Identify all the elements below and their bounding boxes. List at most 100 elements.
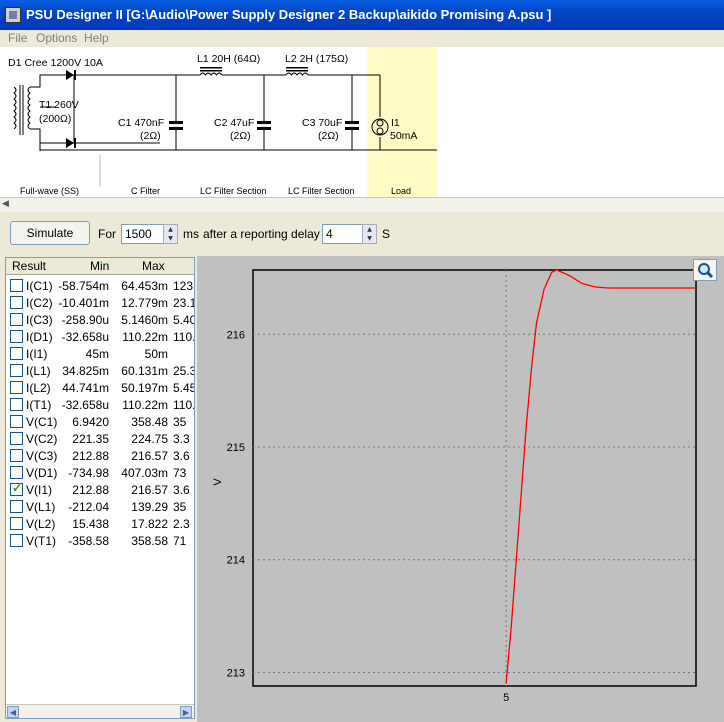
- result-name: I(C3): [26, 313, 53, 327]
- for-label: For: [98, 227, 116, 241]
- result-checkbox[interactable]: [10, 330, 23, 343]
- result-row[interactable]: I(D1) -32.658u 110.22m 110.: [6, 328, 194, 345]
- results-hscrollbar[interactable]: ◀ ▶: [6, 704, 194, 718]
- result-row[interactable]: V(T1) -358.58 358.58 71: [6, 532, 194, 549]
- zoom-button[interactable]: [693, 259, 717, 281]
- y-tick-label: 213: [227, 667, 245, 679]
- result-extra: 3.6: [173, 483, 190, 497]
- result-row[interactable]: I(L1) 34.825m 60.131m 25.3: [6, 362, 194, 379]
- scroll-right-icon[interactable]: ▶: [180, 706, 192, 718]
- result-min: 221.35: [72, 432, 109, 446]
- result-max: 50.197m: [121, 381, 168, 395]
- result-max: 60.131m: [121, 364, 168, 378]
- result-row[interactable]: I(C1) -58.754m 64.453m 123.: [6, 277, 195, 294]
- result-max: 12.779m: [121, 296, 168, 310]
- title-bar: PSU Designer II [G:\Audio\Power Supply D…: [0, 0, 724, 30]
- schematic-panel[interactable]: D1 Cree 1200V 10A T1 260V (200Ω) L1 20H …: [0, 47, 724, 197]
- l1-symbol: [199, 72, 223, 76]
- result-extra: 110.: [173, 398, 195, 412]
- result-checkbox[interactable]: [10, 347, 23, 360]
- result-name: V(C2): [26, 432, 58, 446]
- result-checkbox[interactable]: [10, 364, 23, 377]
- result-row[interactable]: V(L1) -212.04 139.29 35: [6, 498, 194, 515]
- result-row[interactable]: I(I1) 45m 50m: [6, 345, 194, 362]
- result-min: 34.825m: [62, 364, 109, 378]
- result-checkbox[interactable]: [10, 517, 23, 530]
- section-load: Load: [391, 186, 411, 196]
- header-result[interactable]: Result: [12, 259, 46, 273]
- result-extra: 123.: [173, 279, 195, 293]
- result-checkbox[interactable]: [10, 279, 23, 292]
- result-name: I(D1): [26, 330, 53, 344]
- result-checkbox[interactable]: [10, 500, 23, 513]
- l2-label: L2 2H (175Ω): [285, 53, 348, 65]
- result-row[interactable]: I(C3) -258.90u 5.1460m 5.40: [6, 311, 194, 328]
- result-extra: 71: [173, 534, 187, 548]
- result-name: I(L2): [26, 381, 51, 395]
- result-max: 139.29: [131, 500, 168, 514]
- header-min[interactable]: Min: [90, 259, 109, 273]
- result-checkbox[interactable]: [10, 296, 23, 309]
- load-label: I1: [391, 117, 400, 129]
- simulate-button[interactable]: Simulate: [10, 221, 90, 245]
- c2-label: C2 47uF: [214, 117, 254, 129]
- scroll-left-icon[interactable]: ◀: [2, 199, 14, 211]
- y-axis-label: V: [212, 478, 224, 486]
- ms-label: ms: [183, 227, 199, 241]
- header-max[interactable]: Max: [142, 259, 165, 273]
- result-min: 212.88: [72, 449, 109, 463]
- result-row[interactable]: I(T1) -32.658u 110.22m 110.: [6, 396, 195, 413]
- result-row[interactable]: V(D1) -734.98 407.03m 73: [6, 464, 194, 481]
- schematic-hscrollbar[interactable]: ◀: [0, 197, 724, 212]
- result-row[interactable]: I(C2) -10.401m 12.779m 23.1: [6, 294, 194, 311]
- schematic-diagram: D1 Cree 1200V 10A T1 260V (200Ω) L1 20H …: [8, 47, 437, 197]
- c3-symbol: [345, 121, 359, 124]
- result-checkbox[interactable]: [10, 432, 23, 445]
- menu-help[interactable]: Help: [84, 31, 109, 45]
- c2-res: (2Ω): [230, 130, 251, 142]
- plot-panel: 213 214 215 216 5 V: [197, 256, 724, 722]
- result-checkbox[interactable]: [10, 466, 23, 479]
- scroll-left-icon[interactable]: ◀: [7, 706, 19, 718]
- x-tick-label: 5: [503, 692, 509, 704]
- result-extra: 3.6: [173, 449, 190, 463]
- result-max: 216.57: [131, 449, 168, 463]
- result-checkbox[interactable]: [10, 381, 23, 394]
- result-row[interactable]: V(C2) 221.35 224.75 3.3: [6, 430, 194, 447]
- result-min: 6.9420: [72, 415, 109, 429]
- result-checkbox[interactable]: [10, 534, 23, 547]
- result-row[interactable]: V(C1) 6.9420 358.48 35: [6, 413, 194, 430]
- diode-label: D1 Cree 1200V 10A: [8, 57, 103, 69]
- result-name: I(I1): [26, 347, 48, 361]
- l1-label: L1 20H (64Ω): [197, 53, 260, 65]
- result-min: -32.658u: [61, 330, 109, 344]
- result-name: V(T1): [26, 534, 56, 548]
- duration-input[interactable]: 1500: [121, 224, 165, 244]
- delay-input[interactable]: 4: [322, 224, 364, 244]
- duration-spinner[interactable]: ▲ ▼: [163, 224, 178, 244]
- voltage-chart[interactable]: 213 214 215 216 5 V: [197, 256, 724, 722]
- result-checkbox[interactable]: [10, 398, 23, 411]
- menu-options[interactable]: Options: [36, 31, 77, 45]
- result-checkbox[interactable]: [10, 481, 23, 496]
- result-max: 64.453m: [121, 279, 168, 293]
- result-row[interactable]: V(I1) 212.88 216.57 3.6: [6, 481, 194, 498]
- diode-top: [66, 70, 74, 80]
- transformer-res: (200Ω): [39, 113, 71, 125]
- result-checkbox[interactable]: [10, 415, 23, 428]
- result-row[interactable]: I(L2) 44.741m 50.197m 5.45: [6, 379, 194, 396]
- result-checkbox[interactable]: [10, 449, 23, 462]
- result-row[interactable]: V(C3) 212.88 216.57 3.6: [6, 447, 194, 464]
- result-row[interactable]: V(L2) 15.438 17.822 2.3: [6, 515, 194, 532]
- result-max: 407.03m: [121, 466, 168, 480]
- c1-label: C1 470nF: [118, 117, 164, 129]
- y-tick-label: 216: [227, 329, 245, 341]
- result-extra: 35: [173, 415, 187, 429]
- result-max: 17.822: [131, 517, 168, 531]
- result-max: 5.1460m: [121, 313, 168, 327]
- result-checkbox[interactable]: [10, 313, 23, 326]
- delay-spinner[interactable]: ▲ ▼: [362, 224, 377, 244]
- menu-file[interactable]: File: [8, 31, 27, 45]
- app-icon[interactable]: [5, 7, 21, 23]
- result-min: -358.58: [68, 534, 109, 548]
